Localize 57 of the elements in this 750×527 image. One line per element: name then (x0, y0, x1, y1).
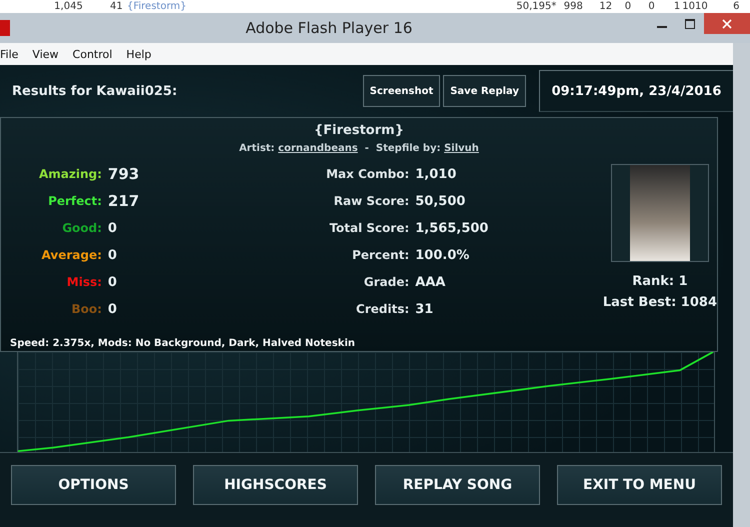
stat-value: 1,010 (415, 166, 458, 184)
song-credits: Artist: cornandbeans - Stepfile by: Silvuh (238, 143, 480, 154)
menu-button[interactable]: EXIT TO MENU (557, 465, 722, 505)
stat-label: Raw Score: (332, 193, 410, 210)
judgement-count: 217 (108, 191, 140, 212)
judgement-label: Average: (40, 247, 102, 264)
table-cell-text: 1010 (682, 0, 709, 12)
menu-button[interactable]: HIGHSCORES (193, 465, 358, 505)
menu-item[interactable]: Help (126, 48, 152, 60)
judgement-count: 0 (108, 220, 118, 238)
close-icon (722, 18, 732, 28)
menu-button[interactable]: OPTIONS (11, 465, 176, 505)
table-cell-text: 0 (648, 0, 656, 12)
table-cell-text: 1 (674, 0, 682, 12)
stat-value: 1,565,500 (415, 220, 490, 238)
table-cell-text: 0 (624, 0, 632, 12)
artist-link[interactable]: cornandbeans (278, 143, 358, 154)
timestamp: 09:17:49pm, 23/4/2016 (539, 70, 733, 112)
menu-button[interactable]: REPLAY SONG (375, 465, 540, 505)
judgement-count: 793 (108, 164, 140, 185)
menu-item[interactable]: View (32, 48, 59, 60)
judgement-label: Boo: (70, 301, 102, 318)
menu-item[interactable]: File (0, 48, 18, 60)
window-title: Adobe Flash Player 16 (244, 19, 414, 37)
table-cell-text: 41 (110, 0, 124, 12)
header-button[interactable]: Screenshot (362, 75, 440, 107)
results-title: Results for Kawaii025: (12, 84, 178, 98)
table-cell-text: 998 (564, 0, 584, 12)
song-title: {Firestorm} (313, 123, 405, 138)
stepfile-author-link[interactable]: Silvuh (444, 143, 479, 154)
stat-label: Total Score: (328, 220, 410, 237)
stat-value: 100.0% (415, 247, 470, 265)
judgement-label: Perfect: (47, 193, 102, 210)
stat-value: AAA (415, 274, 446, 292)
table-cell-text: 12 (599, 0, 614, 12)
judgement-label: Miss: (66, 274, 102, 291)
header-button[interactable]: Save Replay (443, 75, 526, 107)
stat-value: 50,500 (415, 193, 466, 211)
settings-text: Speed: 2.375x, Mods: No Background, Dark, Halved Noteskin (10, 338, 355, 349)
table-cell-text: {Firestorm} (126, 0, 188, 12)
rank-text: Rank: 1 (632, 274, 688, 289)
last-best-text: Last Best: 1084 (602, 295, 717, 310)
close-button[interactable] (704, 13, 750, 34)
stat-label: Percent: (351, 247, 410, 264)
judgement-count: 0 (108, 301, 118, 319)
stat-label: Credits: (355, 301, 410, 318)
stat-label: Max Combo: (326, 166, 410, 183)
table-cell-text: 50,195* (516, 0, 558, 12)
table-cell-text: 1,045 (54, 0, 84, 12)
table-cell-text: 6 (733, 0, 740, 12)
judgement-label: Amazing: (39, 166, 102, 183)
judgement-label: Good: (61, 220, 102, 237)
menu-item[interactable]: Control (72, 48, 112, 60)
judgement-count: 0 (108, 274, 118, 292)
judgement-count: 0 (108, 247, 118, 265)
stat-value: 31 (415, 301, 434, 319)
stat-label: Grade: (362, 274, 410, 291)
